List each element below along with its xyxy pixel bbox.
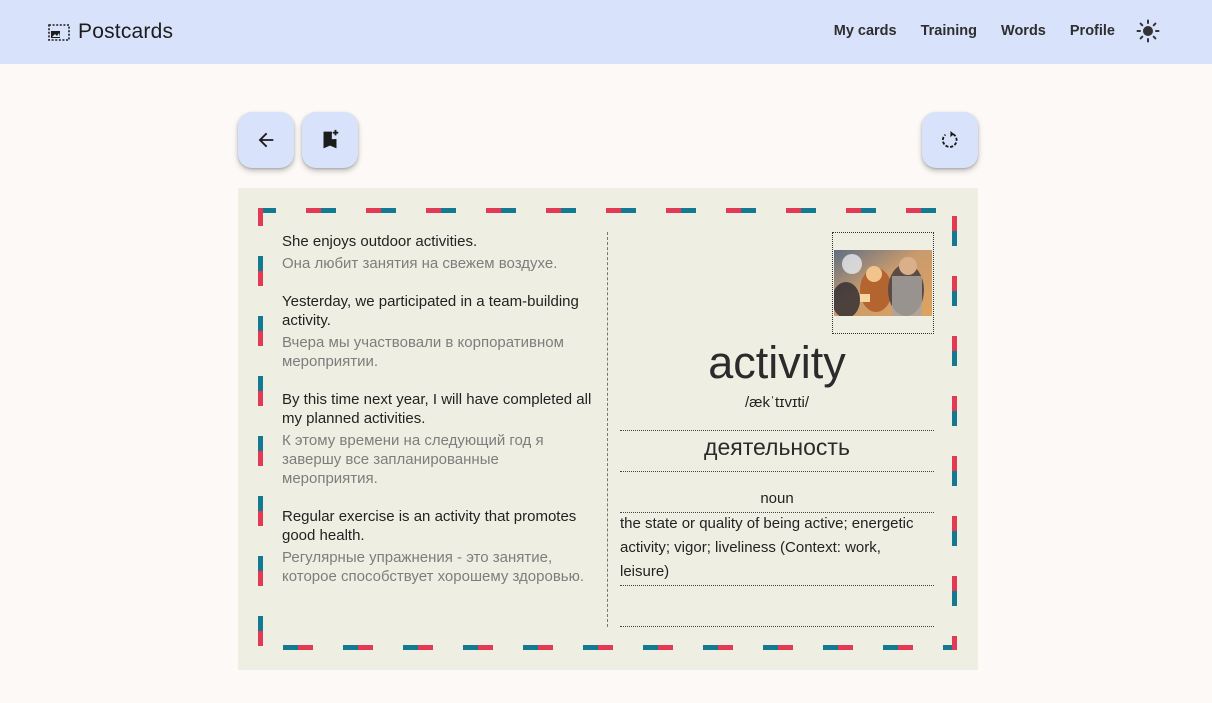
divider-line (620, 626, 934, 627)
app-title: Postcards (78, 20, 174, 43)
card-divider (607, 232, 608, 627)
nav-words[interactable]: Words (1001, 23, 1046, 39)
brand[interactable]: Postcards (48, 18, 173, 46)
arrow-back-icon (258, 132, 274, 148)
example-item: Yesterday, we participated in a team-bui… (282, 292, 594, 371)
rotate-icon (941, 131, 958, 148)
bookmark-add-button[interactable] (302, 112, 358, 168)
example-russian: Вчера мы участвовали в корпоративном мер… (282, 334, 564, 370)
example-item: By this time next year, I will have comp… (282, 390, 594, 488)
example-russian: Она любит занятия на свежем воздухе. (282, 255, 558, 272)
example-russian: К этому времени на следующий год я завер… (282, 432, 544, 487)
bookmark-add-icon (323, 129, 339, 149)
example-item: She enjoys outdoor activities. Она любит… (282, 232, 594, 273)
nav-profile[interactable]: Profile (1070, 23, 1115, 39)
sun-icon[interactable] (1136, 19, 1160, 43)
nav-training[interactable]: Training (921, 23, 977, 39)
main-nav: My cards Training Words Profile (834, 19, 1160, 43)
divider-line (620, 430, 934, 431)
card-definition: the state or quality of being active; en… (620, 515, 914, 580)
postcard: She enjoys outdoor activities. Она любит… (238, 188, 978, 670)
stamp-photo (834, 250, 932, 316)
divider-line (620, 585, 934, 586)
card-transcription: /ækˈtɪvɪti/ (744, 394, 809, 411)
divider-line (620, 471, 934, 472)
example-english: Regular exercise is an activity that pro… (282, 508, 577, 544)
examples-list: She enjoys outdoor activities. Она любит… (282, 232, 594, 605)
stamp-frame (832, 232, 934, 334)
part-of-speech: noun (760, 490, 794, 507)
example-english: By this time next year, I will have comp… (282, 391, 592, 427)
example-english: Yesterday, we participated in a team-bui… (282, 293, 579, 329)
card-translation: деятельность (704, 434, 850, 460)
example-english: She enjoys outdoor activities. (282, 233, 478, 250)
top-app-bar: Postcards My cards Training Words Profil… (0, 0, 1212, 64)
example-russian: Регулярные упражнения - это занятие, кот… (282, 549, 585, 585)
postcard-icon (48, 24, 70, 41)
back-button[interactable] (238, 112, 294, 168)
nav-my-cards[interactable]: My cards (834, 23, 897, 39)
card-word: activity (708, 337, 846, 388)
example-item: Regular exercise is an activity that pro… (282, 507, 594, 586)
flip-card-button[interactable] (922, 112, 978, 168)
